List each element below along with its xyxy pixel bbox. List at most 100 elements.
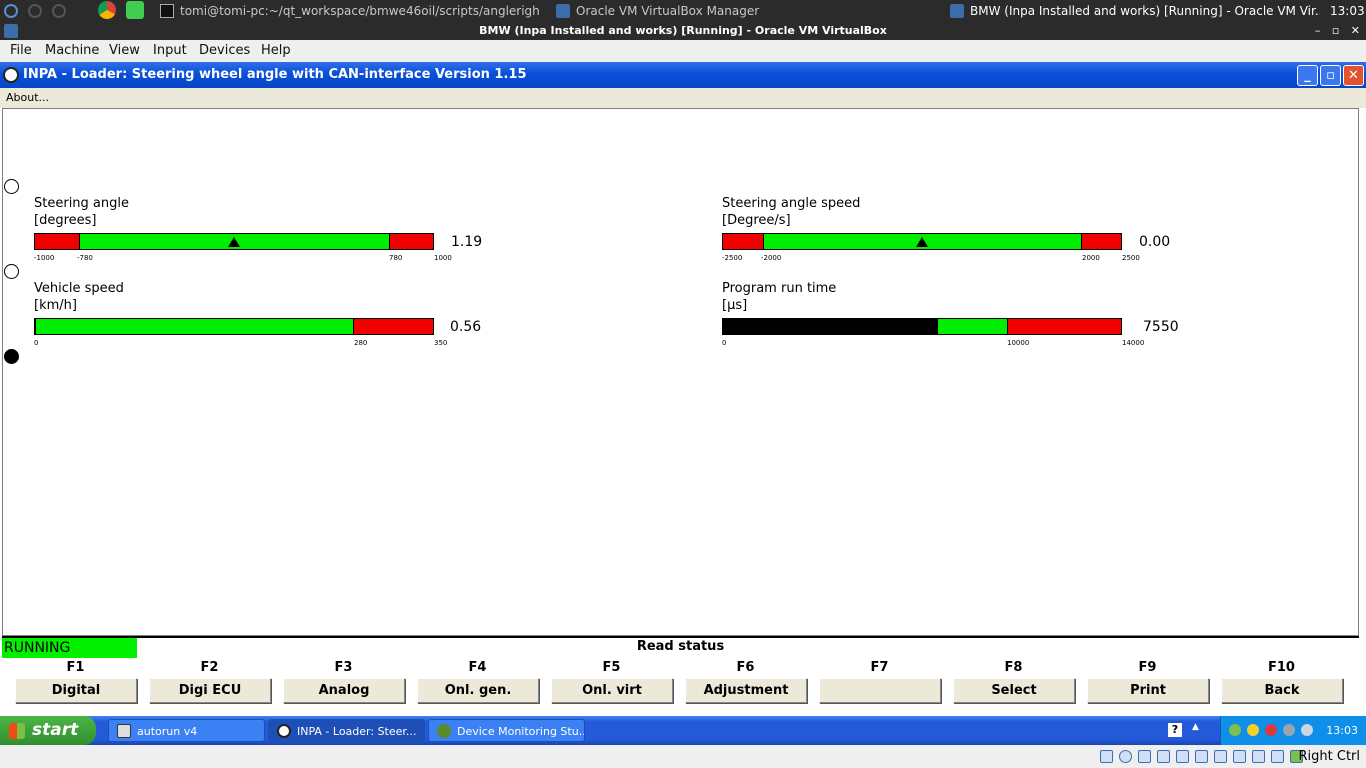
- vbox-manager-title: Oracle VM VirtualBox Manager: [576, 4, 760, 18]
- usb-icon[interactable]: [1176, 750, 1189, 763]
- mouse-integration-icon[interactable]: [1271, 750, 1284, 763]
- gauge-zone: [1081, 234, 1121, 249]
- minimize-icon[interactable]: –: [1315, 24, 1321, 37]
- gauge-tick-label: 780: [389, 254, 403, 262]
- device-icon[interactable]: [1283, 724, 1295, 736]
- fkey-label-f7: F7: [870, 660, 889, 675]
- taskbar-item-label: autorun v4: [137, 725, 198, 738]
- close-icon[interactable]: ✕: [1351, 24, 1360, 37]
- gauge-zone-divider: [353, 319, 355, 334]
- display-icon[interactable]: [1214, 750, 1227, 763]
- host-clock: 13:03: [1330, 4, 1365, 18]
- fkey-button-f5[interactable]: Onl. virt: [551, 678, 673, 703]
- fkey-button-f1[interactable]: Digital: [15, 678, 137, 703]
- program-run-time-unit: [µs]: [722, 298, 748, 313]
- shared-folders-icon[interactable]: [1195, 750, 1208, 763]
- fkey-button-f9[interactable]: Print: [1087, 678, 1209, 703]
- optical-drive-icon[interactable]: [1119, 750, 1132, 763]
- hard-disk-icon[interactable]: [1100, 750, 1113, 763]
- windows-logo-icon: [9, 723, 25, 739]
- menu-machine[interactable]: Machine: [45, 43, 99, 58]
- maximize-icon[interactable]: ▫: [1332, 24, 1339, 37]
- vm-window-title: BMW (Inpa Installed and works) [Running]…: [970, 4, 1320, 18]
- pinned-apps: [98, 0, 146, 22]
- cpu-icon[interactable]: [1252, 750, 1265, 763]
- host-launcher[interactable]: [4, 0, 94, 22]
- steering-angle-speed-gauge: [722, 233, 1122, 250]
- fkey-button-f3[interactable]: Analog: [283, 678, 405, 703]
- selection-radio-selected[interactable]: [4, 349, 19, 364]
- inpa-window-title: INPA - Loader: Steering wheel angle with…: [23, 67, 527, 82]
- gauge-zone: [35, 234, 79, 249]
- running-status: RUNNING: [2, 638, 137, 658]
- fkey-label-f6: F6: [736, 660, 755, 675]
- window-icon: [117, 724, 131, 738]
- gauge-tick-label: -2000: [761, 254, 782, 262]
- steering-angle-speed-label: Steering angle speed: [722, 196, 861, 211]
- vehicle-speed-label: Vehicle speed: [34, 281, 124, 296]
- fkey-button-f10[interactable]: Back: [1221, 678, 1343, 703]
- fkey-button-f2[interactable]: Digi ECU: [149, 678, 271, 703]
- minimize-button[interactable]: _: [1297, 65, 1318, 86]
- app-icon[interactable]: [27, 4, 42, 18]
- security-icon[interactable]: [1265, 724, 1277, 736]
- fkey-button-f6[interactable]: Adjustment: [685, 678, 807, 703]
- selection-radio[interactable]: [4, 179, 19, 194]
- gauge-zone: [389, 234, 433, 249]
- vbox-titlebar: BMW (Inpa Installed and works) [Running]…: [0, 22, 1366, 40]
- program-run-time-gauge: [722, 318, 1122, 335]
- host-task-terminal[interactable]: tomi@tomi-pc:~/qt_workspace/bmwe46oil/sc…: [160, 0, 540, 22]
- vbox-window-title: BMW (Inpa Installed and works) [Running]…: [479, 24, 887, 37]
- fkey-button-f7[interactable]: [819, 678, 941, 703]
- audio-icon[interactable]: [1138, 750, 1151, 763]
- steering-angle-value: 1.19: [451, 234, 483, 250]
- menu-help[interactable]: Help: [261, 43, 291, 58]
- system-tray: 13:03: [1220, 716, 1366, 745]
- device-icon[interactable]: [1301, 724, 1313, 736]
- bmw-logo-icon: [277, 724, 291, 738]
- chrome-icon[interactable]: [98, 1, 116, 19]
- maximize-button[interactable]: ▫: [1320, 65, 1341, 86]
- menu-devices[interactable]: Devices: [199, 43, 250, 58]
- gauge-tick-label: 0: [722, 339, 727, 347]
- gauge-tick-label: 280: [354, 339, 368, 347]
- steering-angle-speed-unit: [Degree/s]: [722, 213, 791, 228]
- gauge-zone: [1007, 319, 1121, 334]
- close-button[interactable]: ✕: [1343, 65, 1364, 86]
- system-icon[interactable]: [4, 4, 18, 18]
- help-icon[interactable]: ?: [1168, 723, 1182, 737]
- taskbar-item-inpa[interactable]: INPA - Loader: Steer...: [268, 719, 425, 742]
- program-run-time-value: 7550: [1143, 319, 1179, 335]
- start-button[interactable]: start: [0, 716, 96, 745]
- vehicle-speed-value: 0.56: [450, 319, 482, 335]
- read-status-text: Read status: [636, 639, 725, 654]
- gauge-tick-label: 0: [34, 339, 39, 347]
- qt-icon[interactable]: [125, 1, 144, 19]
- selection-radio[interactable]: [4, 264, 19, 279]
- network-icon[interactable]: [1229, 724, 1241, 736]
- steering-angle-unit: [degrees]: [34, 213, 97, 228]
- host-task-vbox-vm[interactable]: BMW (Inpa Installed and works) [Running]…: [950, 0, 1320, 22]
- host-key-label: Right Ctrl: [1298, 749, 1361, 764]
- chevron-icon[interactable]: ▲: [1192, 722, 1199, 732]
- xp-taskbar: start autorun v4 INPA - Loader: Steer...…: [0, 716, 1366, 745]
- fkey-label-f8: F8: [1004, 660, 1023, 675]
- fkey-label-f2: F2: [200, 660, 219, 675]
- gauge-tick-label: 350: [434, 339, 448, 347]
- network-icon[interactable]: [1157, 750, 1170, 763]
- menu-file[interactable]: File: [10, 43, 32, 58]
- fkey-button-f4[interactable]: Onl. gen.: [417, 678, 539, 703]
- program-run-time-label: Program run time: [722, 281, 837, 296]
- vbox-statusbar: Right Ctrl: [0, 745, 1366, 768]
- menu-view[interactable]: View: [109, 43, 140, 58]
- app-icon[interactable]: [51, 4, 66, 18]
- menu-input[interactable]: Input: [153, 43, 187, 58]
- video-capture-icon[interactable]: [1233, 750, 1246, 763]
- host-task-vbox-manager[interactable]: Oracle VM VirtualBox Manager: [556, 0, 816, 22]
- inpa-titlebar: INPA - Loader: Steering wheel angle with…: [0, 62, 1366, 88]
- taskbar-item-device-monitoring[interactable]: Device Monitoring Stu...: [428, 719, 585, 742]
- taskbar-item-autorun[interactable]: autorun v4: [108, 719, 265, 742]
- menu-about[interactable]: About...: [6, 91, 49, 104]
- shield-icon[interactable]: [1247, 724, 1259, 736]
- fkey-button-f8[interactable]: Select: [953, 678, 1075, 703]
